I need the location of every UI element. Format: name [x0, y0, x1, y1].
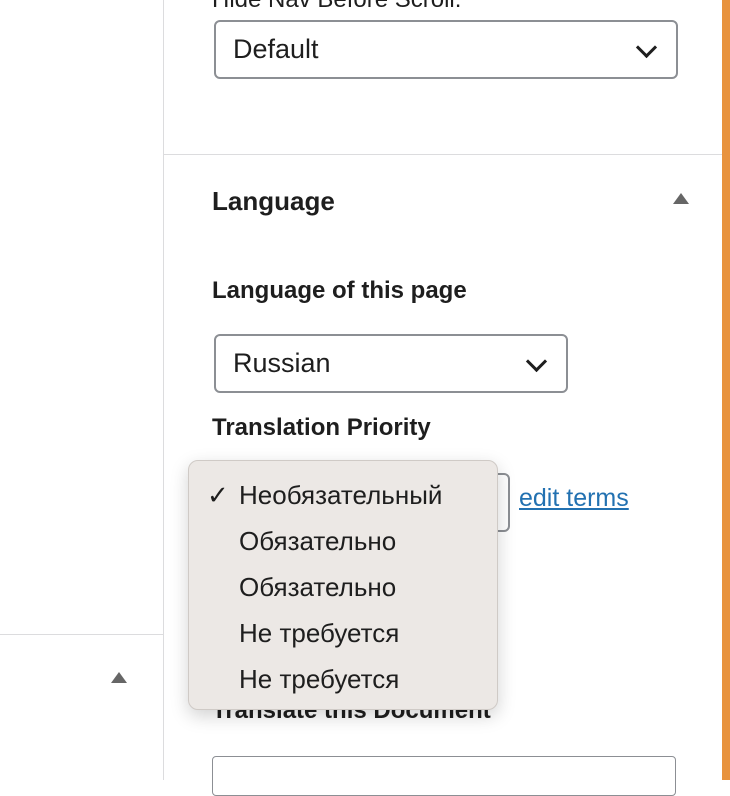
priority-option-required[interactable]: Обязательно: [189, 519, 497, 565]
translation-priority-dropdown: ✓ Необязательный Обязательно Обязательно…: [188, 460, 498, 710]
hide-nav-select-value: Default: [233, 34, 319, 64]
left-panel: [0, 0, 164, 780]
priority-option-label: Необязательный: [239, 480, 443, 510]
priority-option-label: Не требуется: [239, 664, 400, 694]
page-language-label: Language of this page: [212, 277, 467, 304]
left-collapse-toggle-icon[interactable]: [111, 672, 127, 683]
right-edge-strip: [722, 0, 730, 780]
chevron-down-icon: [635, 36, 658, 59]
hide-nav-select[interactable]: Default: [214, 20, 678, 79]
hide-nav-label: Hide Nav Before Scroll:: [212, 0, 461, 14]
priority-option-label: Обязательно: [239, 526, 397, 556]
language-section-title: Language: [212, 186, 335, 216]
priority-option-label: Не требуется: [239, 618, 400, 648]
translate-document-field[interactable]: [212, 756, 676, 796]
left-panel-divider: [0, 634, 163, 635]
section-divider: [164, 154, 722, 155]
checkmark-icon: ✓: [207, 480, 229, 510]
chevron-down-icon: [525, 350, 548, 373]
priority-option-label: Обязательно: [239, 572, 397, 602]
page-language-select[interactable]: Russian: [214, 334, 568, 393]
language-collapse-toggle-icon[interactable]: [673, 193, 689, 204]
page-language-value: Russian: [233, 348, 331, 378]
edit-terms-link[interactable]: edit terms: [519, 484, 629, 513]
priority-option-required-2[interactable]: Обязательно: [189, 565, 497, 611]
priority-option-optional[interactable]: ✓ Необязательный: [189, 473, 497, 519]
priority-option-not-required[interactable]: Не требуется: [189, 611, 497, 657]
translation-priority-label: Translation Priority: [212, 414, 431, 441]
priority-option-not-required-2[interactable]: Не требуется: [189, 657, 497, 703]
